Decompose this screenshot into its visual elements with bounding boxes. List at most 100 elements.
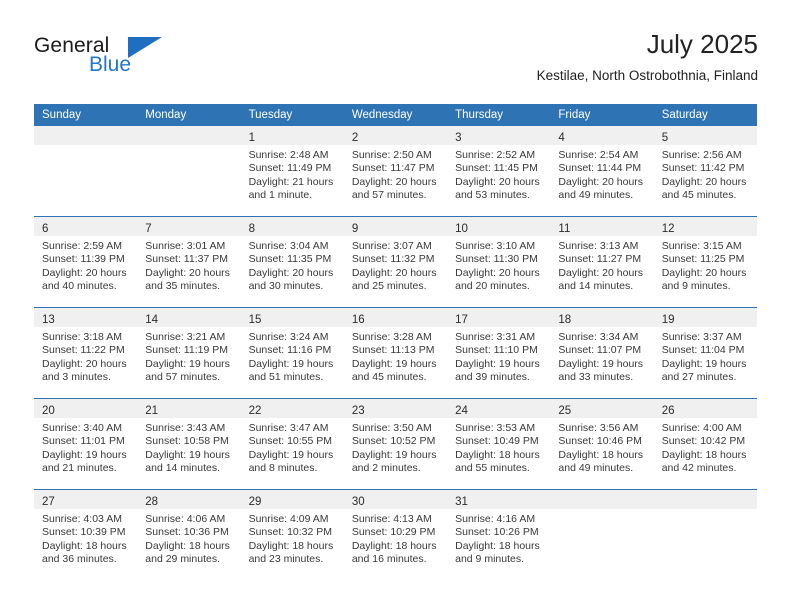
calendar-day-cell[interactable]: 8 Sunrise: 3:04 AM Sunset: 11:35 PM Dayligh… (240, 217, 344, 307)
day-number-band: 18 (550, 308, 654, 327)
day-details: Sunrise: 4:16 AM Sunset: 10:26 PM Daylight… (447, 509, 550, 567)
calendar-day-cell[interactable]: 15 Sunrise: 3:24 AM Sunset: 11:16 PM Daylig… (240, 308, 344, 398)
sunset-text: Sunset: 10:55 PM (248, 435, 333, 448)
calendar-day-cell[interactable]: 6 Sunrise: 2:59 AM Sunset: 11:39 PM Dayligh… (34, 217, 138, 307)
calendar-day-cell[interactable]: 31 Sunrise: 4:16 AM Sunset: 10:26 PM Daylig… (447, 490, 551, 580)
calendar-day-cell[interactable]: 27 Sunrise: 4:03 AM Sunset: 10:39 PM Daylig… (34, 490, 138, 580)
calendar-day-cell[interactable]: 14 Sunrise: 3:21 AM Sunset: 11:19 PM Daylig… (137, 308, 241, 398)
calendar-day-cell[interactable]: 4 Sunrise: 2:54 AM Sunset: 11:44 PM Dayligh… (550, 126, 654, 216)
day-number-band: 13 (34, 308, 138, 327)
day-details: Sunrise: 2:54 AM Sunset: 11:44 PM Daylight… (550, 145, 653, 203)
day-details: Sunrise: 3:15 AM Sunset: 11:25 PM Daylight… (654, 236, 757, 294)
daylight-text: Daylight: 19 hours (145, 357, 230, 370)
sunset-text: Sunset: 10:49 PM (455, 435, 539, 448)
day-details: Sunrise: 2:50 AM Sunset: 11:47 PM Daylight… (344, 145, 447, 203)
daylight-text-cont: and 9 minutes. (661, 280, 731, 293)
calendar-day-cell[interactable]: 30 Sunrise: 4:13 AM Sunset: 10:29 PM Daylig… (343, 490, 448, 580)
day-number-band: 16 (343, 308, 448, 327)
sunset-text: Sunset: 10:26 PM (455, 526, 539, 539)
sunset-text: Sunset: 11:44 PM (558, 162, 642, 175)
daylight-text: Daylight: 19 hours (455, 357, 540, 370)
calendar-day-cell[interactable]: 1 Sunrise: 2:48 AM Sunset: 11:49 PM Dayligh… (240, 126, 344, 216)
day-number-band (137, 126, 241, 145)
day-details: Sunrise: 3:24 AM Sunset: 11:16 PM Daylight… (241, 327, 344, 385)
calendar-day-cell[interactable]: 12 Sunrise: 3:15 AM Sunset: 11:25 PM Daylig… (653, 217, 757, 307)
calendar-day-cell[interactable]: 19 Sunrise: 3:37 AM Sunset: 11:04 PM Daylig… (653, 308, 757, 398)
daylight-text-cont: and 53 minutes. (455, 189, 530, 202)
calendar-week-row: 1 Sunrise: 2:48 AM Sunset: 11:49 PM Dayligh… (34, 126, 757, 217)
calendar-day-cell[interactable]: 17 Sunrise: 3:31 AM Sunset: 11:10 PM Daylig… (447, 308, 551, 398)
calendar-day-cell[interactable]: 26 Sunrise: 4:00 AM Sunset: 10:42 PM Daylig… (653, 399, 757, 489)
sunset-text: Sunset: 11:49 PM (248, 162, 332, 175)
daylight-text: Daylight: 19 hours (248, 448, 334, 461)
daylight-text: Daylight: 18 hours (558, 448, 644, 461)
calendar-day-cell[interactable]: 11 Sunrise: 3:13 AM Sunset: 11:27 PM Daylig… (550, 217, 654, 307)
daylight-text-cont: and 57 minutes. (145, 371, 220, 384)
calendar-day-cell[interactable]: 22 Sunrise: 3:47 AM Sunset: 10:55 PM Daylig… (240, 399, 344, 489)
daylight-text-cont: and 33 minutes. (558, 371, 634, 384)
day-number-band (34, 126, 138, 145)
sunset-text: Sunset: 10:46 PM (558, 435, 642, 448)
sunrise-text: Sunrise: 3:01 AM (145, 240, 226, 252)
calendar-day-cell[interactable]: 5 Sunrise: 2:56 AM Sunset: 11:42 PM Dayligh… (653, 126, 757, 216)
day-number: 6 (42, 223, 49, 235)
calendar-day-cell[interactable]: 29 Sunrise: 4:09 AM Sunset: 10:32 PM Daylig… (240, 490, 344, 580)
day-number-band: 21 (137, 399, 241, 418)
day-details: Sunrise: 2:48 AM Sunset: 11:49 PM Daylight… (241, 145, 344, 203)
sunset-text: Sunset: 10:32 PM (248, 526, 333, 539)
day-number-band: 5 (653, 126, 757, 145)
daylight-text: Daylight: 20 hours (558, 175, 644, 188)
day-details: Sunrise: 3:21 AM Sunset: 11:19 PM Daylight… (137, 327, 240, 385)
daylight-text: Daylight: 18 hours (42, 539, 127, 552)
day-number-band: 14 (137, 308, 241, 327)
calendar-day-cell[interactable]: 10 Sunrise: 3:10 AM Sunset: 11:30 PM Daylig… (447, 217, 551, 307)
title-block: July 2025 Kestilae, North Ostrobothnia, … (537, 28, 758, 86)
day-number-band: 31 (447, 490, 551, 509)
sunset-text: Sunset: 10:36 PM (145, 526, 229, 539)
weekday-header-tuesday: Tuesday (240, 104, 344, 126)
triangle-logo-icon (128, 37, 162, 58)
calendar-day-cell[interactable]: 24 Sunrise: 3:53 AM Sunset: 10:49 PM Daylig… (447, 399, 551, 489)
day-number-band: 7 (137, 217, 241, 236)
day-details (34, 145, 137, 149)
calendar-page: General Blue July 2025 Kestilae, North O… (0, 0, 792, 612)
calendar-day-cell[interactable]: 7 Sunrise: 3:01 AM Sunset: 11:37 PM Dayligh… (137, 217, 241, 307)
calendar-table: Sunday Monday Tuesday Wednesday Thursday Frid… (34, 104, 757, 580)
calendar-day-cell[interactable]: 25 Sunrise: 3:56 AM Sunset: 10:46 PM Daylig… (550, 399, 654, 489)
sunrise-text: Sunrise: 4:03 AM (42, 513, 122, 525)
calendar-day-cell[interactable]: 21 Sunrise: 3:43 AM Sunset: 10:58 PM Daylig… (137, 399, 241, 489)
day-number-band: 24 (447, 399, 551, 418)
calendar-day-cell[interactable]: 3 Sunrise: 2:52 AM Sunset: 11:45 PM Dayligh… (447, 126, 551, 216)
daylight-text: Daylight: 21 hours (248, 175, 334, 188)
calendar-day-cell[interactable]: 2 Sunrise: 2:50 AM Sunset: 11:47 PM Dayligh… (343, 126, 448, 216)
day-number-band: 23 (343, 399, 448, 418)
calendar-day-cell[interactable]: 20 Sunrise: 3:40 AM Sunset: 11:01 PM Daylig… (34, 399, 138, 489)
calendar-day-cell[interactable]: 28 Sunrise: 4:06 AM Sunset: 10:36 PM Daylig… (137, 490, 241, 580)
day-details: Sunrise: 2:59 AM Sunset: 11:39 PM Daylight… (34, 236, 137, 294)
day-details: Sunrise: 3:43 AM Sunset: 10:58 PM Daylight… (137, 418, 240, 476)
sunset-text: Sunset: 11:04 PM (661, 344, 745, 357)
logo-text-blue: Blue (89, 53, 132, 76)
calendar-day-cell-empty (137, 126, 241, 216)
day-number: 13 (42, 314, 55, 326)
day-number-band (550, 490, 654, 509)
calendar-day-cell[interactable]: 9 Sunrise: 3:07 AM Sunset: 11:32 PM Dayligh… (343, 217, 448, 307)
sunrise-text: Sunrise: 4:13 AM (351, 513, 432, 525)
sunrise-text: Sunrise: 3:40 AM (42, 422, 122, 434)
sunset-text: Sunset: 11:39 PM (42, 253, 125, 266)
daylight-text: Daylight: 18 hours (145, 539, 230, 552)
day-number-band: 15 (240, 308, 344, 327)
day-number-band: 1 (240, 126, 344, 145)
daylight-text-cont: and 23 minutes. (248, 553, 324, 566)
sunrise-text: Sunrise: 3:04 AM (248, 240, 329, 252)
day-number: 20 (42, 405, 55, 417)
sunset-text: Sunset: 11:22 PM (42, 344, 125, 357)
calendar-day-cell[interactable]: 18 Sunrise: 3:34 AM Sunset: 11:07 PM Daylig… (550, 308, 654, 398)
day-number: 15 (248, 314, 262, 326)
calendar-day-cell[interactable]: 16 Sunrise: 3:28 AM Sunset: 11:13 PM Daylig… (343, 308, 448, 398)
calendar-day-cell[interactable]: 13 Sunrise: 3:18 AM Sunset: 11:22 PM Daylig… (34, 308, 138, 398)
daylight-text: Daylight: 19 hours (42, 448, 127, 461)
daylight-text-cont: and 8 minutes. (248, 462, 318, 475)
calendar-day-cell[interactable]: 23 Sunrise: 3:50 AM Sunset: 10:52 PM Daylig… (343, 399, 448, 489)
daylight-text: Daylight: 20 hours (661, 266, 747, 279)
